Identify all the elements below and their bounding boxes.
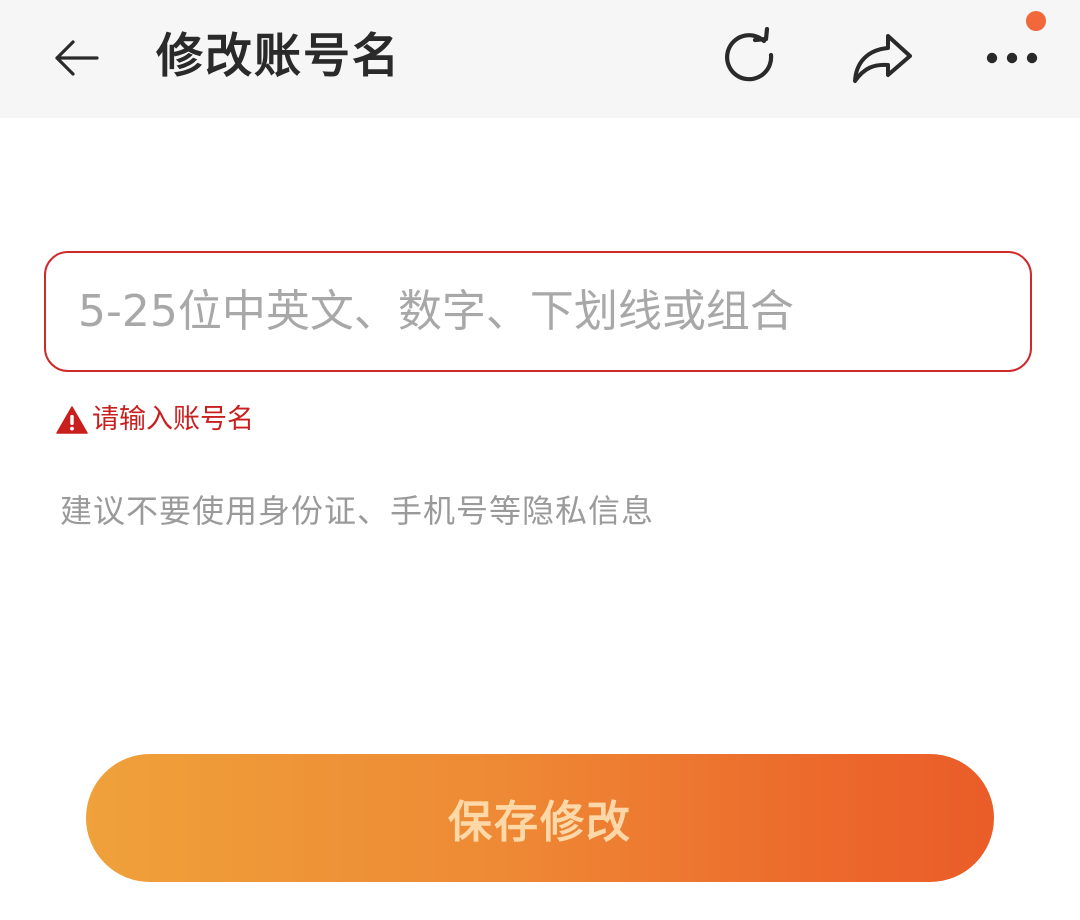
share-icon	[853, 34, 912, 83]
save-button-label: 保存修改	[448, 797, 632, 848]
save-button[interactable]: 保存修改	[86, 754, 994, 882]
arrow-left-icon	[55, 40, 99, 76]
error-message: 请输入账号名	[56, 400, 254, 440]
top-navigation-bar: 修改账号名	[0, 0, 1080, 118]
warning-triangle-icon	[56, 405, 88, 435]
more-dots-icon	[986, 52, 1038, 64]
page-title: 修改账号名	[156, 29, 401, 84]
refresh-icon	[725, 27, 774, 82]
account-name-input[interactable]	[78, 253, 998, 370]
share-button[interactable]	[844, 20, 920, 96]
account-name-field[interactable]	[44, 251, 1032, 372]
privacy-hint: 建议不要使用身份证、手机号等隐私信息	[60, 492, 655, 530]
refresh-button[interactable]	[712, 20, 788, 96]
error-text: 请输入账号名	[92, 404, 254, 435]
edit-account-name-page: 修改账号名 5-25位中英文、数字、下划线或组合 请输入账号名 建议不要使用身份…	[0, 0, 1080, 920]
back-button[interactable]	[40, 22, 112, 94]
more-options-button[interactable]	[976, 20, 1052, 96]
notification-dot	[1026, 11, 1046, 31]
